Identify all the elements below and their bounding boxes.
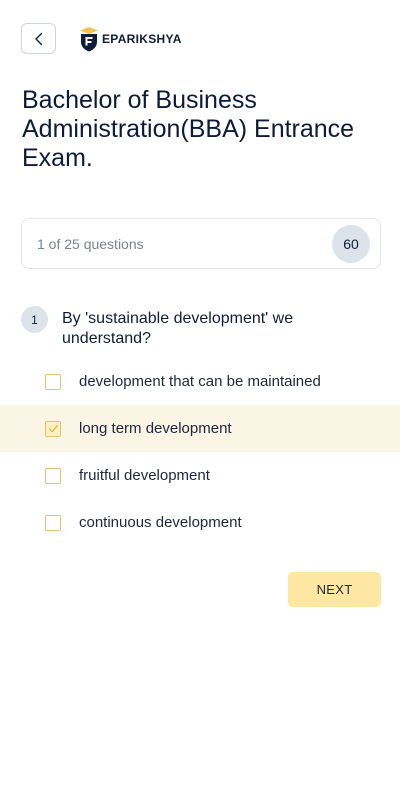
checkbox[interactable] bbox=[45, 420, 61, 437]
checkbox[interactable] bbox=[45, 373, 61, 390]
checkbox[interactable] bbox=[45, 467, 61, 484]
question-text: By 'sustainable development' we understa… bbox=[62, 310, 294, 347]
option-item[interactable]: continuous development bbox=[0, 499, 400, 546]
logo-text: EPARIKSHYA bbox=[102, 32, 182, 46]
check-icon bbox=[48, 424, 58, 433]
chevron-left-icon bbox=[34, 32, 42, 45]
back-button[interactable] bbox=[21, 23, 56, 54]
options-list: development that can be maintained long … bbox=[0, 358, 400, 546]
option-label: long term development bbox=[79, 420, 232, 437]
question-progress: 1 of 25 questions bbox=[37, 235, 144, 252]
quiz-screen: EPARIKSHYA Bachelor of Business Administ… bbox=[0, 0, 400, 800]
app-logo: EPARIKSHYA bbox=[78, 26, 182, 52]
graduation-shield-logo bbox=[80, 27, 98, 52]
checkbox[interactable] bbox=[45, 514, 61, 531]
option-label: continuous development bbox=[79, 514, 242, 531]
option-item[interactable]: fruitful development bbox=[0, 452, 400, 499]
option-label: fruitful development bbox=[79, 467, 210, 484]
question-number-badge: 1 bbox=[21, 306, 48, 333]
option-item[interactable]: development that can be maintained bbox=[0, 358, 400, 405]
next-button[interactable]: NEXT bbox=[288, 572, 381, 607]
progress-card: 1 of 25 questions 60 bbox=[21, 218, 381, 269]
option-label: development that can be maintained bbox=[79, 373, 321, 390]
exam-title: Bachelor of Business Administration(BBA)… bbox=[22, 86, 355, 172]
timer-badge: 60 bbox=[332, 224, 370, 263]
option-item[interactable]: long term development bbox=[0, 405, 400, 452]
